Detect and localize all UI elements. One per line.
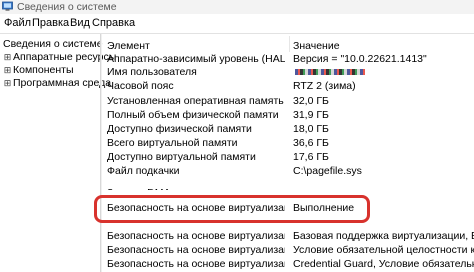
menu-bar: Файл Правка Вид Справка <box>0 14 474 34</box>
row-name: Часовой пояс <box>107 80 174 92</box>
menu-edit[interactable]: Правка <box>32 14 69 33</box>
row-value: C:\pagefile.sys <box>293 165 362 177</box>
row-name: Безопасность на основе виртуализации: ..… <box>107 244 285 256</box>
row-value: 17,6 ГБ <box>293 151 329 163</box>
tree-item-components[interactable]: ⊞ Компоненты <box>3 64 74 78</box>
row-value: Credential Guard, Условие обязательной ц… <box>293 258 474 270</box>
row-name: Файл подкачки <box>107 165 180 177</box>
row-name: Всего виртуальной памяти <box>107 137 238 149</box>
row-name: Безопасность на основе виртуализации: ..… <box>107 258 285 270</box>
table-row[interactable]: Доступно физической памяти 18,0 ГБ <box>102 122 474 137</box>
table-row[interactable]: Безопасность на основе виртуализации: ..… <box>102 243 474 258</box>
title-bar: Сведения о системе <box>0 0 474 14</box>
table-row[interactable]: Имя пользователя <box>102 65 474 80</box>
tree-root-system-summary[interactable]: Сведения о системе <box>3 38 103 51</box>
expand-plus-icon[interactable]: ⊞ <box>3 78 12 91</box>
tree-item-label: Компоненты <box>13 64 74 76</box>
row-value-redacted <box>293 65 474 80</box>
system-info-app-icon <box>2 1 13 11</box>
row-name: Полный объем физической памяти <box>107 109 279 121</box>
row-value: 36,6 ГБ <box>293 137 329 149</box>
pane-divider <box>100 34 101 272</box>
row-value: RTZ 2 (зима) <box>293 80 356 92</box>
menu-help[interactable]: Справка <box>92 14 135 33</box>
navigation-tree: Сведения о системе ⊞ Аппаратные ресурсы ⊞… <box>0 34 116 272</box>
table-row[interactable]: Файл подкачки C:\pagefile.sys <box>102 164 474 179</box>
row-value: Базовая поддержка виртуализации, Безопас… <box>293 230 474 242</box>
tree-item-software-environment[interactable]: ⊞ Программная среда <box>3 77 111 91</box>
table-row[interactable]: Доступно виртуальной памяти 17,6 ГБ <box>102 150 474 165</box>
menu-file[interactable]: Файл <box>4 14 31 33</box>
row-name: Доступно физической памяти <box>107 123 252 135</box>
menu-view[interactable]: Вид <box>70 14 90 33</box>
table-row[interactable]: Безопасность на основе виртуализации: ..… <box>102 257 474 272</box>
row-value: 32,0 ГБ <box>293 95 329 107</box>
table-row[interactable]: Безопасность на основе виртуализации: до… <box>102 229 474 244</box>
redacted-value-block <box>295 69 365 76</box>
row-name: Имя пользователя <box>107 66 197 78</box>
table-row[interactable]: Установленная оперативная память (RAM) 3… <box>102 94 474 109</box>
row-value: 18,0 ГБ <box>293 123 329 135</box>
highlight-annotation <box>94 195 370 223</box>
row-name: Безопасность на основе виртуализации: до… <box>107 230 285 242</box>
tree-item-label: Программная среда <box>13 77 112 89</box>
table-row[interactable]: Полный объем физической памяти 31,9 ГБ <box>102 108 474 123</box>
window-title: Сведения о системе <box>17 1 117 13</box>
column-separator[interactable] <box>289 36 290 52</box>
row-value: Условие обязательной целостности кода ..… <box>293 244 474 256</box>
row-value: 31,9 ГБ <box>293 109 329 121</box>
row-name: Установленная оперативная память (RAM) <box>107 95 285 107</box>
table-row[interactable]: Часовой пояс RTZ 2 (зима) <box>102 79 474 94</box>
row-name: Доступно виртуальной памяти <box>107 151 256 163</box>
table-row[interactable]: Всего виртуальной памяти 36,6 ГБ <box>102 136 474 151</box>
